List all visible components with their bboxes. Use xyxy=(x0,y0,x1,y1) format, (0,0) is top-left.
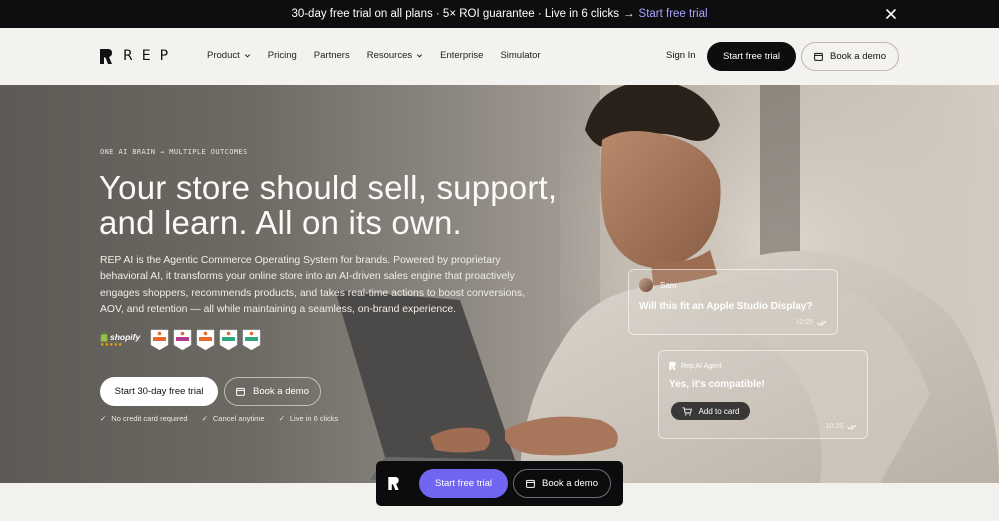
benefit-label: Cancel anytime xyxy=(212,414,265,423)
trial-benefits: ✓ No credit card required ✓ Cancel anytime… xyxy=(100,414,338,423)
check-icon: ✓ xyxy=(201,414,208,423)
headline-line-2: and learn. All on its own. xyxy=(99,204,462,241)
g2-badge-high-performer-icon xyxy=(173,329,192,351)
hero-start-trial-button[interactable]: Start 30-day free trial xyxy=(100,377,218,406)
nav-item-resources[interactable]: Resources xyxy=(367,50,423,61)
shopify-rating: shopify ★★★★★ xyxy=(100,332,140,348)
nav-item-label: Pricing xyxy=(267,50,297,61)
nav-item-product[interactable]: Product xyxy=(207,50,251,61)
review-badges: shopify ★★★★★ xyxy=(100,329,261,351)
nav-item-label: Simulator xyxy=(500,50,541,61)
hero-eyebrow: ONE AI BRAIN → MULTIPLE OUTCOMES xyxy=(100,148,248,156)
customer-chat-bubble: Sam Will this fit an Apple Studio Displa… xyxy=(628,269,838,335)
chevron-down-icon xyxy=(417,54,423,58)
logo-text: REP xyxy=(123,48,178,64)
g2-badge-high-performer-icon xyxy=(150,329,169,351)
hero-headline: Your store should sell, support, and lea… xyxy=(99,170,559,240)
book-demo-label: Book a demo xyxy=(253,386,309,397)
logo-mark-icon xyxy=(100,48,112,64)
nav-item-simulator[interactable]: Simulator xyxy=(500,50,540,61)
nav-item-label: Partners xyxy=(313,50,350,61)
logo[interactable]: REP xyxy=(100,48,177,64)
benefit-item: ✓ No credit card required xyxy=(100,414,188,423)
nav-item-enterprise[interactable]: Enterprise xyxy=(440,50,483,61)
rep-logo-icon xyxy=(388,477,399,490)
nav-item-label: Enterprise xyxy=(440,50,484,61)
calendar-icon xyxy=(526,479,535,488)
calendar-icon xyxy=(814,52,823,61)
sticky-start-trial-button[interactable]: Start free trial xyxy=(419,469,508,498)
g2-badge-best-support-icon xyxy=(219,329,238,351)
shopify-bag-icon xyxy=(100,332,108,342)
nav-item-pricing[interactable]: Pricing xyxy=(268,50,297,61)
nav-menu: Product Pricing Partners Resources Enter… xyxy=(207,50,558,61)
chat-timestamp: 10:25 xyxy=(825,423,857,430)
chat-agent: Rep AI Agent xyxy=(669,362,722,370)
main-nav: REP Product Pricing Partners Resources E… xyxy=(0,28,999,85)
calendar-icon xyxy=(236,387,245,396)
hero-book-demo-button[interactable]: Book a demo xyxy=(224,377,321,406)
announcement-trial-link[interactable]: Start free trial xyxy=(639,8,708,20)
add-to-cart-label: Add to card xyxy=(698,406,740,416)
benefit-label: No credit card required xyxy=(111,414,188,423)
sign-in-link[interactable]: Sign In xyxy=(666,50,696,61)
chat-answer: Yes, it's compatible! xyxy=(669,379,765,390)
chat-question: Will this fit an Apple Studio Display? xyxy=(639,301,813,312)
chevron-down-icon xyxy=(244,54,250,58)
chat-timestamp: 10:25 xyxy=(795,319,827,326)
g2-badge-momentum-leader-icon xyxy=(196,329,215,351)
add-to-cart-button[interactable]: Add to card xyxy=(671,402,750,420)
chat-user-name: Sam xyxy=(660,280,677,290)
benefit-label: Live in 6 clicks xyxy=(289,414,339,423)
g2-badge-best-support-icon xyxy=(242,329,261,351)
nav-item-partners[interactable]: Partners xyxy=(314,50,350,61)
double-check-icon xyxy=(817,320,827,326)
cart-icon xyxy=(682,406,692,416)
announcement-bar: 30-day free trial on all plans · 5× ROI … xyxy=(0,0,999,28)
agent-chat-bubble: Rep AI Agent Yes, it's compatible! Add t… xyxy=(658,350,868,439)
nav-item-label: Resources xyxy=(366,50,413,61)
shopify-label: shopify xyxy=(110,332,141,342)
book-demo-label: Book a demo xyxy=(542,478,598,489)
headline-line-1: Your store should sell, support, xyxy=(99,169,558,206)
announcement-text: 30-day free trial on all plans · 5× ROI … xyxy=(291,8,620,20)
star-rating: ★★★★★ xyxy=(100,342,123,348)
benefit-item: ✓ Cancel anytime xyxy=(202,414,265,423)
close-icon[interactable] xyxy=(883,6,899,22)
nav-book-demo-button[interactable]: Book a demo xyxy=(801,42,899,71)
rep-logo-icon xyxy=(669,362,676,370)
avatar xyxy=(639,278,653,292)
sticky-cta-bar: Start free trial Book a demo xyxy=(376,461,623,506)
benefit-item: ✓ Live in 6 clicks xyxy=(279,414,339,423)
shopify-logo: shopify xyxy=(100,332,140,342)
sticky-book-demo-button[interactable]: Book a demo xyxy=(513,469,611,498)
announcement-arrow: → xyxy=(623,8,635,20)
nav-start-trial-button[interactable]: Start free trial xyxy=(707,42,796,71)
chat-user: Sam xyxy=(639,278,676,292)
hero-section: ONE AI BRAIN → MULTIPLE OUTCOMES Your st… xyxy=(0,85,999,483)
chat-agent-name: Rep AI Agent xyxy=(681,362,722,370)
check-icon: ✓ xyxy=(100,414,107,423)
check-icon: ✓ xyxy=(278,414,285,423)
nav-item-label: Product xyxy=(207,50,240,61)
chat-time: 10:25 xyxy=(825,423,843,430)
book-demo-label: Book a demo xyxy=(830,51,886,62)
chat-time: 10:25 xyxy=(795,319,813,326)
double-check-icon xyxy=(847,424,857,430)
hero-description: REP AI is the Agentic Commerce Operating… xyxy=(100,255,526,315)
